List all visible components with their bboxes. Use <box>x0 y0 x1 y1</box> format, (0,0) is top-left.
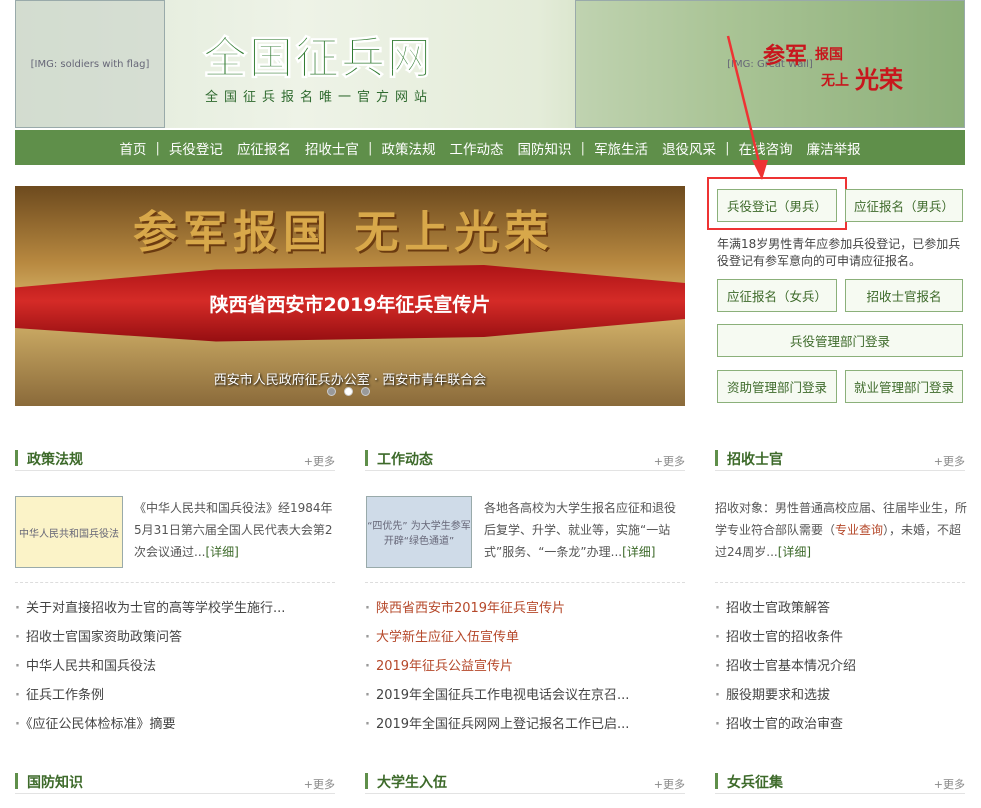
list-item[interactable]: 陕西省西安市2019年征兵宣传片 <box>365 594 685 623</box>
nav-news[interactable]: 工作动态 <box>443 138 511 158</box>
header-banner: [IMG: soldiers with flag] 全国征兵网 全国征兵报名唯一… <box>15 0 965 128</box>
nco-intro: 招收对象：男性普通高校应届、往届毕业生，所学专业符合部队需要（专业查询），未婚，… <box>715 501 968 559</box>
site-subtitle: 全国征兵报名唯一官方网站 <box>205 90 434 105</box>
nav-home[interactable]: 首页 <box>112 138 153 158</box>
more-link[interactable]: +更多 <box>654 776 685 792</box>
nco-list: 招收士官政策解答 招收士官的招收条件 招收士官基本情况介绍 服役期要求和选拔 招… <box>715 594 965 739</box>
register-male-button[interactable]: 兵役登记（男兵） <box>717 189 837 222</box>
employ-login-button[interactable]: 就业管理部门登录 <box>845 370 963 403</box>
nco-section-header: 招收士官 +更多 <box>715 443 965 471</box>
register-note: 年满18岁男性青年应参加兵役登记，已参加兵役登记有参军意向的可申请应征报名。 <box>717 237 961 268</box>
hero-carousel[interactable]: 参军报国 无上光荣 陕西省西安市2019年征兵宣传片 西安市人民政府征兵办公室 … <box>15 186 685 406</box>
list-item[interactable]: 2019年征兵公益宣传片 <box>365 652 685 681</box>
list-item[interactable]: 招收士官基本情况介绍 <box>715 652 965 681</box>
news-section-header: 工作动态 +更多 <box>365 443 685 471</box>
nav-defense-knowledge[interactable]: 国防知识 <box>511 138 579 158</box>
slogan: 参军 报国 无上 光荣 <box>763 30 923 100</box>
section-title[interactable]: 政策法规 <box>27 449 83 469</box>
detail-link[interactable]: [详细] <box>778 545 811 559</box>
nav-military-register[interactable]: 兵役登记 <box>162 138 230 158</box>
list-item[interactable]: 征兵工作条例 <box>15 681 335 710</box>
list-item[interactable]: 服役期要求和选拔 <box>715 681 965 710</box>
list-item[interactable]: 2019年全国征兵工作电视电话会议在京召... <box>365 681 685 710</box>
nav-military-life[interactable]: 军旅生活 <box>587 138 655 158</box>
slogan-4: 光荣 <box>855 65 903 94</box>
more-link[interactable]: +更多 <box>654 453 685 469</box>
policy-list: 关于对直接招收为士官的高等学校学生施行... 招收士官国家资助政策问答 中华人民… <box>15 594 335 739</box>
hero-footer: 西安市人民政府征兵办公室 · 西安市青年联合会 <box>213 373 487 388</box>
site-title[interactable]: 全国征兵网 <box>203 22 433 86</box>
section-title[interactable]: 工作动态 <box>377 449 433 469</box>
nco-apply-button[interactable]: 招收士官报名 <box>845 279 963 312</box>
female-section-header: 女兵征集 +更多 <box>715 766 965 794</box>
carousel-dot[interactable] <box>361 387 370 396</box>
law-book-image: 中华人民共和国兵役法 <box>15 496 123 568</box>
nav-separator: | <box>580 139 586 156</box>
list-item[interactable]: 招收士官政策解答 <box>715 594 965 623</box>
nav-separator: | <box>367 139 373 156</box>
carousel-dots <box>327 387 370 396</box>
section-title[interactable]: 国防知识 <box>27 772 83 792</box>
nav-enlist-apply[interactable]: 应征报名 <box>230 138 298 158</box>
list-item[interactable]: 招收士官的政治审查 <box>715 710 965 739</box>
nav-nco-recruit[interactable]: 招收士官 <box>298 138 366 158</box>
apply-male-button[interactable]: 应征报名（男兵） <box>845 189 963 222</box>
defense-section-header: 国防知识 +更多 <box>15 766 335 794</box>
apply-female-button[interactable]: 应征报名（女兵） <box>717 279 837 312</box>
more-link[interactable]: +更多 <box>934 776 965 792</box>
section-title[interactable]: 女兵征集 <box>727 772 783 792</box>
dept-login-button[interactable]: 兵役管理部门登录 <box>717 324 963 357</box>
hero-headline: 参军报国 无上光荣 <box>133 207 555 258</box>
detail-link[interactable]: [详细] <box>622 545 655 559</box>
policy-section-header: 政策法规 +更多 <box>15 443 335 471</box>
student-section-header: 大学生入伍 +更多 <box>365 766 685 794</box>
section-title[interactable]: 招收士官 <box>727 449 783 469</box>
list-item[interactable]: 大学新生应征入伍宣传单 <box>365 623 685 652</box>
list-item[interactable]: 招收士官的招收条件 <box>715 623 965 652</box>
slogan-3: 无上 <box>821 73 849 89</box>
news-intro: 各地各高校为大学生报名应征和退役后复学、升学、就业等，实施“一站式”服务、“一条… <box>484 501 677 559</box>
list-item[interactable]: 《应征公民体检标准》摘要 <box>15 710 335 739</box>
slogan-2: 报国 <box>815 47 843 63</box>
nav-veterans[interactable]: 退役风采 <box>655 138 723 158</box>
list-item[interactable]: 2019年全国征兵网网上登记报名工作已启... <box>365 710 685 739</box>
major-query-link[interactable]: 专业查询 <box>835 523 883 537</box>
section-title[interactable]: 大学生入伍 <box>377 772 447 792</box>
annotation-arrow-icon <box>726 35 768 180</box>
nav-separator: | <box>155 139 160 156</box>
more-link[interactable]: +更多 <box>304 453 335 469</box>
detail-link[interactable]: [详细] <box>205 545 238 559</box>
soldiers-flag-image: [IMG: soldiers with flag] <box>15 0 165 128</box>
more-link[interactable]: +更多 <box>934 453 965 469</box>
news-list: 陕西省西安市2019年征兵宣传片 大学新生应征入伍宣传单 2019年征兵公益宣传… <box>365 594 685 739</box>
policy-intro: 《中华人民共和国兵役法》经1984年5月31日第六届全国人民代表大会第2次会议通… <box>134 501 333 559</box>
nav-report[interactable]: 廉洁举报 <box>800 138 868 158</box>
list-item[interactable]: 招收士官国家资助政策问答 <box>15 623 335 652</box>
news-image: “四优先” 为大学生参军开辟“绿色通道” <box>366 496 472 568</box>
list-item[interactable]: 中华人民共和国兵役法 <box>15 652 335 681</box>
more-link[interactable]: +更多 <box>304 776 335 792</box>
hero-caption: 陕西省西安市2019年征兵宣传片 <box>209 294 491 316</box>
carousel-dot-active[interactable] <box>344 387 353 396</box>
nav-policy[interactable]: 政策法规 <box>375 138 443 158</box>
aid-login-button[interactable]: 资助管理部门登录 <box>717 370 837 403</box>
carousel-dot[interactable] <box>327 387 336 396</box>
main-nav: 首页 | 兵役登记 应征报名 招收士官 | 政策法规 工作动态 国防知识 | 军… <box>15 130 965 165</box>
list-item[interactable]: 关于对直接招收为士官的高等学校学生施行... <box>15 594 335 623</box>
